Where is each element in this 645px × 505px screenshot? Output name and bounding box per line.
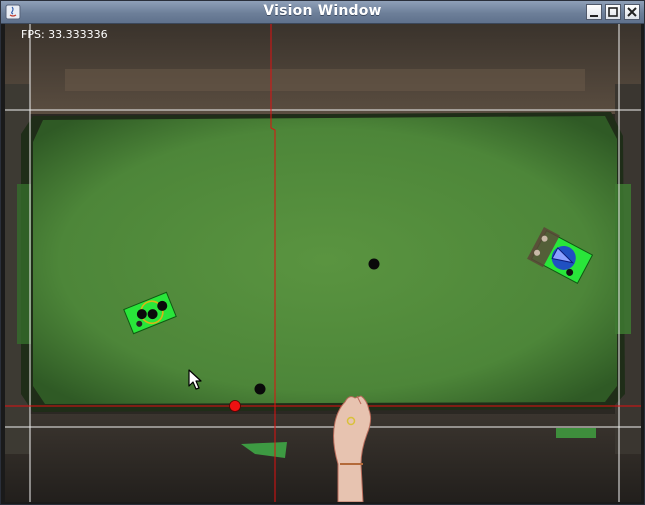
arrow-cursor-icon (188, 369, 202, 390)
camera-view[interactable]: FPS: 33.333336 (5, 24, 641, 502)
vision-window: Vision Window FPS: 33.333336 (0, 0, 645, 505)
close-icon (627, 7, 637, 17)
camera-frame (5, 24, 641, 502)
marker-center (368, 258, 380, 270)
minimize-button[interactable] (586, 4, 602, 20)
marker-bottom (254, 383, 266, 395)
bottom-marker-right (556, 428, 596, 438)
fps-counter: FPS: 33.333336 (21, 28, 108, 41)
ball (229, 400, 241, 412)
maximize-icon (608, 7, 618, 17)
minimize-icon (590, 15, 598, 17)
title-bar[interactable]: Vision Window (1, 1, 644, 24)
maximize-button[interactable] (605, 4, 621, 20)
close-button[interactable] (624, 4, 640, 20)
window-title: Vision Window (263, 3, 382, 19)
left-goal (17, 184, 31, 344)
right-goal (615, 184, 631, 334)
top-rail (65, 69, 585, 91)
